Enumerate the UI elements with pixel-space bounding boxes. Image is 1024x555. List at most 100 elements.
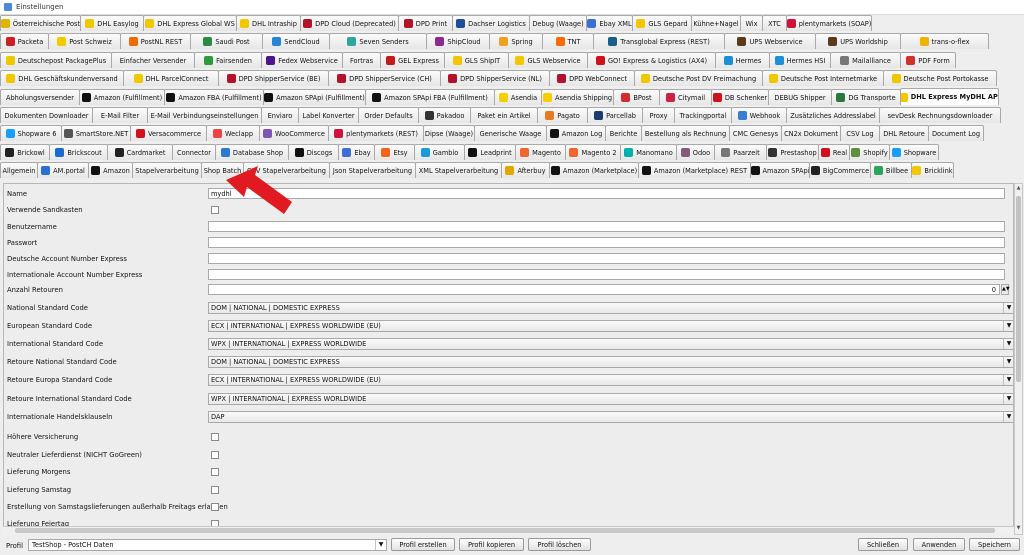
tab-woocommerce[interactable]: WooCommerce xyxy=(259,125,329,141)
tab-amazon-fulfillment[interactable]: Amazon (Fulfillment) xyxy=(79,89,165,105)
tab-amazon[interactable]: Amazon xyxy=(88,162,133,178)
european-select[interactable]: ECX | INTERNATIONAL | EXPRESS WORLDWIDE … xyxy=(208,320,1013,332)
tab-e-mail-filter[interactable]: E-Mail Filter xyxy=(92,107,148,123)
tab-allgemein[interactable]: Allgemein xyxy=(0,162,38,178)
tab-amazon-marketplace-rest[interactable]: Amazon (Marketplace) REST xyxy=(638,162,751,178)
tab-leadprint[interactable]: Leadprint xyxy=(464,144,516,160)
tab-citymail[interactable]: Citymail xyxy=(659,89,712,105)
tab-saudi-post[interactable]: Saudi Post xyxy=(190,33,263,49)
ret-international-select[interactable]: WPX | INTERNATIONAL | EXPRESS WORLDWIDE ▼ xyxy=(208,393,1013,405)
tab-debug-shipper[interactable]: DEBUG Shipper xyxy=(768,89,832,105)
tab-kühne-nagel[interactable]: Kühne+Nagel xyxy=(691,15,741,31)
sandkasten-checkbox[interactable] xyxy=(211,206,219,214)
tab-deutsche-post-internetmarke[interactable]: Deutsche Post Internetmarke xyxy=(762,70,884,86)
tab-dpd-cloud-deprecated[interactable]: DPD Cloud (Deprecated) xyxy=(300,15,399,31)
tab-amazon-spapi[interactable]: Amazon SPApi xyxy=(750,162,810,178)
tab-asendia-shipping[interactable]: Asendia Shipping xyxy=(541,89,614,105)
tab-dhl-express-global-ws[interactable]: DHL Express Global WS xyxy=(143,15,237,31)
tab-odoo[interactable]: Odoo xyxy=(676,144,715,160)
scrollbar-thumb[interactable] xyxy=(1016,196,1021,382)
tab-fairsenden[interactable]: Fairsenden xyxy=(194,52,262,68)
tab-paket-ein-artikel[interactable]: Paket ein Artikel xyxy=(470,107,538,123)
tab-deutsche-post-portokasse[interactable]: Deutsche Post Portokasse xyxy=(883,70,997,86)
neutraler-checkbox[interactable] xyxy=(211,451,219,459)
tab-gls-gepard[interactable]: GLS Gepard xyxy=(632,15,692,31)
tab-order-defaults[interactable]: Order Defaults xyxy=(358,107,419,123)
profil-erstellen-button[interactable]: Profil erstellen xyxy=(391,538,455,551)
tab-sendcloud[interactable]: SendCloud xyxy=(262,33,330,49)
tab-dpd-print[interactable]: DPD Print xyxy=(398,15,453,31)
tab-österreichische-post[interactable]: Österreichische Post xyxy=(0,15,81,31)
tab-gls-webservice[interactable]: GLS Webservice xyxy=(508,52,588,68)
tab-etsy[interactable]: Etsy xyxy=(374,144,415,160)
tab-gambio[interactable]: Gambio xyxy=(414,144,465,160)
tab-dhl-retoure[interactable]: DHL Retoure xyxy=(879,125,929,141)
tab-trans-o-flex[interactable]: trans-o-flex xyxy=(900,33,989,49)
tab-amazon-spapi-fba-fulfillment[interactable]: Amazon SPApi FBA (Fulfillment) xyxy=(365,89,495,105)
tab-xml-stapelverarbeitung[interactable]: XML Stapelverarbeitung xyxy=(415,162,502,178)
tab-gel-express[interactable]: GEL Express xyxy=(380,52,445,68)
hscroll-thumb[interactable] xyxy=(15,528,995,533)
tab-dhl-parcelconnect[interactable]: DHL ParcelConnect xyxy=(123,70,219,86)
tab-shopify[interactable]: Shopify xyxy=(849,144,890,160)
scroll-down-icon[interactable]: ▼ xyxy=(1015,525,1022,533)
tab-dpd-shipperservice-ch[interactable]: DPD ShipperService (CH) xyxy=(328,70,441,86)
tab-zusätzliches-addresslabel[interactable]: Zusätzliches Addresslabel xyxy=(786,107,880,123)
tab-gls-shipit[interactable]: GLS ShipIT xyxy=(444,52,509,68)
tab-prestashop[interactable]: Prestashop xyxy=(766,144,819,160)
tab-dhl-intraship[interactable]: DHL Intraship xyxy=(236,15,301,31)
tab-discogs[interactable]: Discogs xyxy=(288,144,339,160)
tab-wix[interactable]: Wix xyxy=(740,15,763,31)
tab-ebay[interactable]: Ebay xyxy=(338,144,375,160)
tab-amazon-log[interactable]: Amazon Log xyxy=(546,125,606,141)
tab-afterbuy[interactable]: Afterbuy xyxy=(501,162,550,178)
chevron-down-icon[interactable]: ▼ xyxy=(1003,412,1013,422)
tab-dpd-shipperservice-be[interactable]: DPD ShipperService (BE) xyxy=(218,70,329,86)
tab-bestellung-als-rechnung[interactable]: Bestellung als Rechnung xyxy=(641,125,730,141)
chevron-down-icon[interactable]: ▼ xyxy=(375,540,386,550)
tab-webhook[interactable]: Webhook xyxy=(731,107,787,123)
samstag-checkbox[interactable] xyxy=(211,486,219,494)
chevron-down-icon[interactable]: ▼ xyxy=(1003,357,1013,367)
tab-proxy[interactable]: Proxy xyxy=(642,107,675,123)
tab-ups-webservice[interactable]: UPS Webservice xyxy=(724,33,816,49)
tab-amazon-fba-fulfillment[interactable]: Amazon FBA (Fulfillment) xyxy=(164,89,264,105)
tab-enviaro[interactable]: Enviaro xyxy=(261,107,299,123)
international-select[interactable]: WPX | INTERNATIONAL | EXPRESS WORLDWIDE ▼ xyxy=(208,338,1013,350)
profil-loeschen-button[interactable]: Profil löschen xyxy=(528,538,591,551)
tab-plentymarkets-rest[interactable]: plentymarkets (REST) xyxy=(328,125,424,141)
tab-einfacher-versender[interactable]: Einfacher Versender xyxy=(111,52,195,68)
chevron-down-icon[interactable]: ▼ xyxy=(1003,303,1013,313)
speichern-button[interactable]: Speichern xyxy=(969,538,1020,551)
tab-bigcommerce[interactable]: BigCommerce xyxy=(809,162,871,178)
profil-select[interactable]: TestShop - PostCH Daten ▼ xyxy=(28,539,387,551)
tab-abholungsversender[interactable]: Abholungsversender xyxy=(0,89,80,105)
dean-input[interactable] xyxy=(208,253,1005,264)
tab-connector[interactable]: Connector xyxy=(172,144,216,160)
tab-bpost[interactable]: BPost xyxy=(613,89,660,105)
tab-versacommerce[interactable]: Versacommerce xyxy=(130,125,207,141)
chevron-down-icon[interactable]: ▼ xyxy=(1003,375,1013,385)
tab-dpd-webconnect[interactable]: DPD WebConnect xyxy=(549,70,635,86)
tab-dpd-shipperservice-nl[interactable]: DPD ShipperService (NL) xyxy=(440,70,550,86)
tab-e-mail-verbindungseinstellungen[interactable]: E-Mail Verbindungseinstellungen xyxy=(147,107,262,123)
chevron-down-icon[interactable]: ▼ xyxy=(1003,394,1013,404)
anwenden-button[interactable]: Anwenden xyxy=(913,538,965,551)
morgens-checkbox[interactable] xyxy=(211,468,219,476)
ret-europa-select[interactable]: ECX | INTERNATIONAL | EXPRESS WORLDWIDE … xyxy=(208,374,1013,386)
horizontal-scrollbar[interactable] xyxy=(3,526,1014,535)
tab-manomano[interactable]: Manomano xyxy=(620,144,677,160)
tab-spring[interactable]: Spring xyxy=(489,33,543,49)
tab-post-schweiz[interactable]: Post Schweiz xyxy=(48,33,121,49)
tab-go-express-logistics-ax4[interactable]: GO! Express & Logistics (AX4) xyxy=(587,52,716,68)
tab-debug-waage[interactable]: Debug (Waage) xyxy=(529,15,587,31)
tab-label-konverter[interactable]: Label Konverter xyxy=(298,107,359,123)
hoehere-checkbox[interactable] xyxy=(211,433,219,441)
tab-pagato[interactable]: Pagato xyxy=(537,107,588,123)
spinner-arrows-icon[interactable]: ▲▼ xyxy=(1001,284,1010,295)
tab-dg-transporte[interactable]: DG Transporte xyxy=(831,89,901,105)
tab-db-schenker[interactable]: DB Schenker xyxy=(711,89,769,105)
tab-asendia[interactable]: Asendia xyxy=(494,89,542,105)
tab-parcellab[interactable]: Parcellab xyxy=(587,107,643,123)
tab-ebay-xml[interactable]: Ebay XML xyxy=(586,15,633,31)
